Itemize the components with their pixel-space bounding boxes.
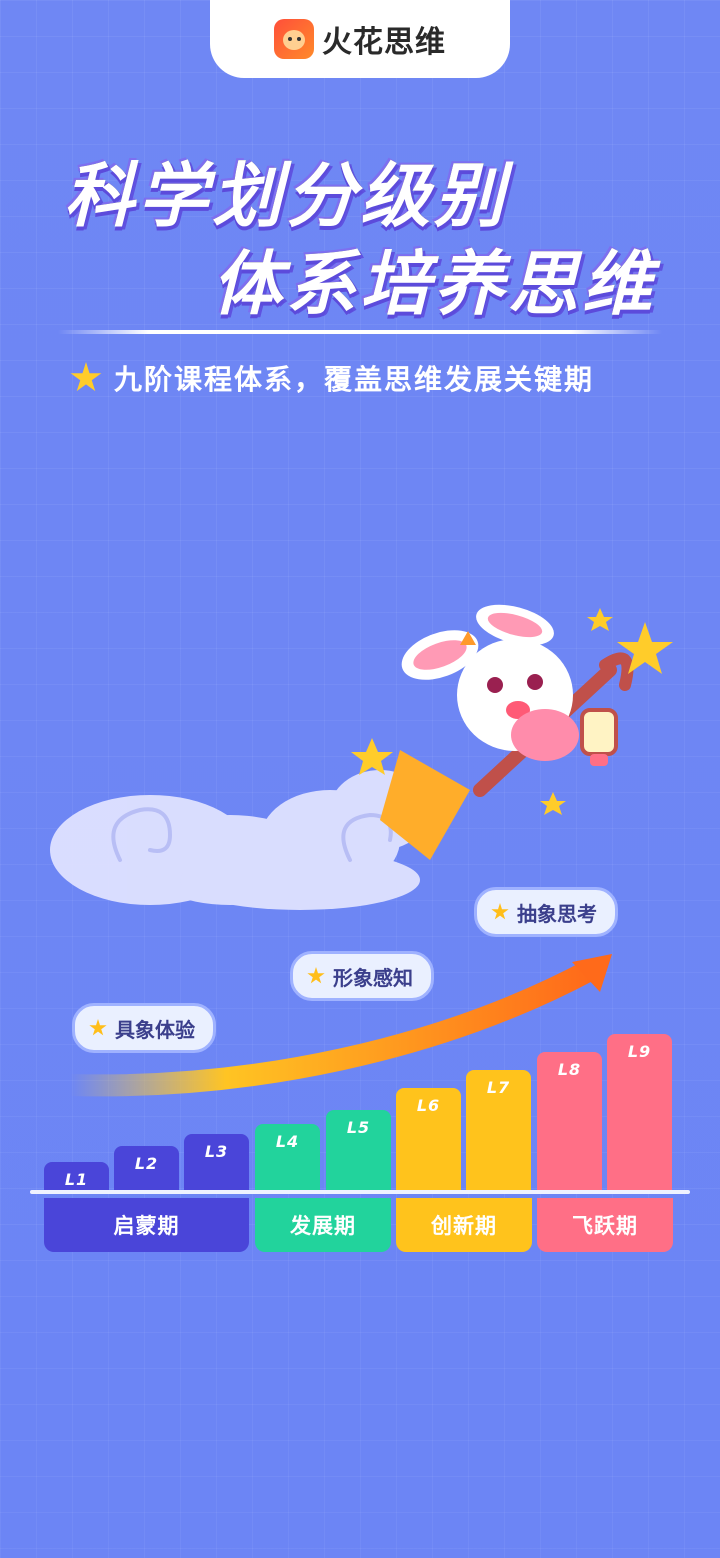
subtitle: 九阶课程体系，覆盖思维发展关键期 — [114, 363, 595, 396]
brand-name: 火花思维 — [322, 25, 446, 60]
star-icon — [491, 903, 509, 920]
milestone-label: 具象体验 — [115, 1017, 195, 1042]
monkey-logo-icon — [274, 19, 314, 59]
milestone-pill: 形象感知 — [290, 951, 434, 1001]
divider-line — [58, 330, 662, 334]
milestone-pill: 抽象思考 — [474, 887, 618, 937]
subtitle-row: 九阶课程体系，覆盖思维发展关键期 — [70, 358, 594, 398]
cloud-icon — [50, 770, 430, 910]
stage-text: 飞跃期 — [572, 1214, 638, 1238]
star-icon — [307, 967, 325, 984]
star-icon — [89, 1019, 107, 1036]
milestone-label: 形象感知 — [333, 965, 413, 990]
bunny-illustration — [50, 604, 673, 910]
star-icon — [70, 362, 102, 392]
milestone-pill: 具象体验 — [72, 1003, 216, 1053]
bunny-icon — [401, 604, 579, 761]
stage-text: 发展期 — [290, 1214, 356, 1238]
stage-label: 飞跃期 — [537, 1198, 673, 1252]
milestone-label: 抽象思考 — [517, 901, 597, 926]
stage-label: 创新期 — [396, 1198, 532, 1252]
lantern-icon — [580, 708, 618, 766]
stage-text: 启蒙期 — [113, 1214, 180, 1238]
stage-text: 创新期 — [431, 1214, 497, 1238]
headline-line-1: 科学划分级别 — [64, 155, 508, 237]
stage-label: 启蒙期 — [44, 1198, 249, 1252]
stage-label: 发展期 — [255, 1198, 391, 1252]
baseline — [30, 1190, 690, 1194]
headline-line-2: 体系培养思维 — [212, 243, 656, 325]
brand-header: 火花思维 — [210, 0, 510, 78]
